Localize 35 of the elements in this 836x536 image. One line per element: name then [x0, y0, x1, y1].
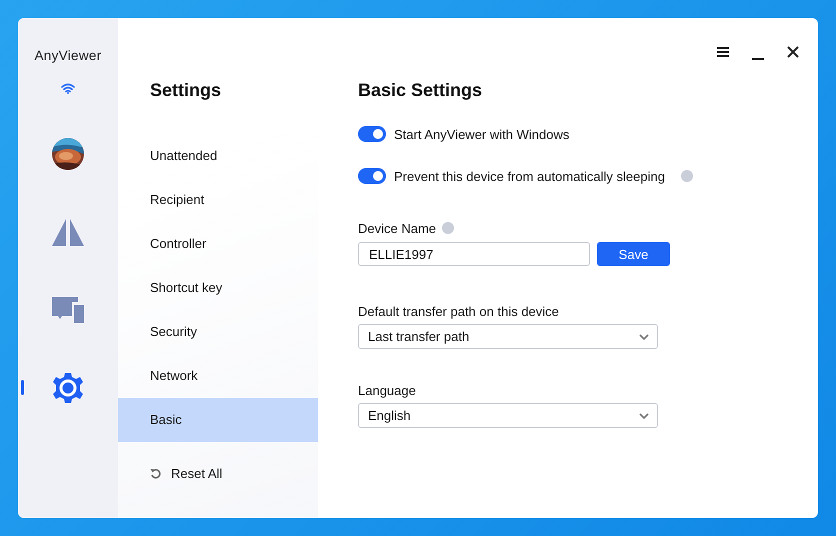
dropdown[interactable]: English	[358, 403, 658, 428]
chevron-down-icon	[639, 412, 649, 418]
menu-item[interactable]: Shortcut key	[118, 266, 318, 310]
devices-icon[interactable]	[52, 297, 84, 323]
page-title: Basic Settings	[358, 80, 484, 102]
toggle-switch[interactable]	[358, 168, 386, 184]
device-name-field[interactable]: ELLIE1997	[358, 242, 590, 266]
menu-item[interactable]: Recipient	[118, 178, 318, 222]
undo-icon	[150, 468, 161, 479]
menu-button[interactable]	[715, 44, 731, 60]
field-label: Device Name	[358, 220, 436, 236]
chevron-down-icon	[639, 334, 649, 340]
minimize-icon	[751, 58, 765, 60]
dropdown[interactable]: Last transfer path	[358, 324, 658, 349]
toggle-switch[interactable]	[358, 126, 386, 142]
menu-item[interactable]: Network	[118, 354, 318, 398]
save-button[interactable]: Save	[597, 242, 670, 266]
wifi-icon	[61, 82, 75, 94]
close-button[interactable]	[785, 44, 801, 60]
active-indicator	[21, 380, 24, 395]
menu-item[interactable]: Unattended	[118, 134, 318, 178]
menu-icon	[716, 45, 730, 59]
settings-title: Settings	[150, 80, 222, 102]
close-icon	[786, 45, 800, 59]
menu-item[interactable]: Controller	[118, 222, 318, 266]
field-label: Language	[358, 382, 417, 400]
menu-item[interactable]: Security	[118, 310, 318, 354]
settings-icon[interactable]	[52, 372, 84, 404]
reset-button[interactable]: Reset All	[150, 466, 222, 481]
menu-item[interactable]: Basic	[118, 398, 318, 442]
toggle-label: Prevent this device from automatically sleeping	[394, 168, 665, 184]
app-name: AnyViewer	[34, 48, 102, 63]
triangles-icon[interactable]	[52, 218, 84, 246]
toggle-label: Start AnyViewer with Windows	[394, 126, 570, 142]
field-label: Default transfer path on this device	[358, 303, 560, 321]
